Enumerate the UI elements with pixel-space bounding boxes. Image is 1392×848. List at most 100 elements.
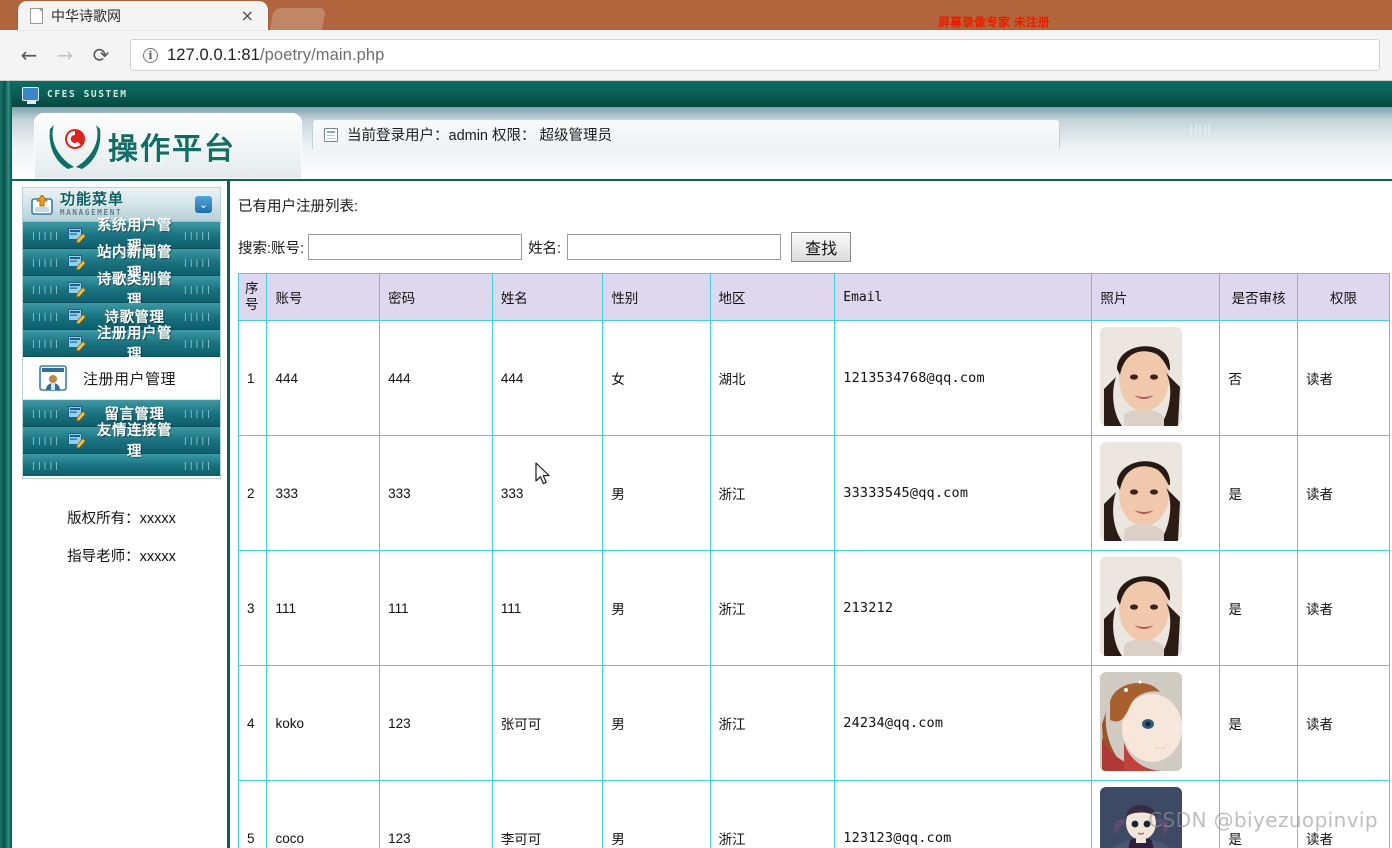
sidebar-subitem-registered-users-active[interactable]: 注册用户管理: [23, 357, 220, 400]
cell-email: 123123@qq.com: [834, 780, 1093, 848]
tick-left: |||||: [31, 257, 61, 267]
cell-region: 湖北: [709, 320, 836, 436]
browser-tab-strip: 中华诗歌网 × 屏幕录像专家 未注册: [0, 0, 1392, 30]
url-path: /poetry/main.php: [259, 45, 385, 64]
cell-name: 李可可: [491, 780, 604, 848]
browser-tab[interactable]: 中华诗歌网 ×: [18, 1, 268, 30]
sidebar-item-poem-categories[interactable]: ||||| 诗歌类别管理 |||||: [23, 272, 220, 309]
address-bar[interactable]: i 127.0.0.1:81/poetry/main.php: [130, 39, 1380, 71]
column-header-account[interactable]: 账号: [266, 273, 381, 321]
close-icon[interactable]: ×: [237, 6, 258, 26]
screen-recorder-notice: 屏幕录像专家 未注册: [938, 17, 1050, 29]
table-row[interactable]: 5 coco 123 李可可 男 浙江 123123@qq.com 是 读者: [237, 780, 1390, 848]
app-logo: 操作平台: [34, 113, 302, 179]
cell-email: 1213534768@qq.com: [834, 320, 1093, 436]
table-row[interactable]: 2 333 333 333 男 浙江 33333545@qq.com 是 读者: [237, 435, 1390, 551]
column-header-audited[interactable]: 是否审核: [1219, 273, 1299, 321]
cell-seq: 4: [237, 665, 268, 781]
column-header-role[interactable]: 权限: [1297, 273, 1390, 321]
search-name-input[interactable]: [567, 234, 782, 260]
column-header-email[interactable]: Email: [834, 273, 1093, 321]
site-info-icon[interactable]: i: [143, 47, 158, 63]
chevron-down-icon[interactable]: ⌄: [195, 196, 212, 213]
column-header-gender[interactable]: 性别: [602, 273, 711, 321]
avatar: [1100, 327, 1183, 426]
search-account-label: 搜索:账号:: [238, 240, 305, 257]
cell-region: 浙江: [709, 780, 836, 848]
table-row[interactable]: 3 111 111 111 男 浙江 213212 是 读者: [237, 550, 1390, 666]
browser-chrome: 中华诗歌网 × 屏幕录像专家 未注册 ← → ⟳ i 127.0.0.1:81/…: [0, 0, 1392, 81]
cell-seq: 2: [237, 435, 268, 551]
tick-left: |||||: [31, 338, 61, 348]
cell-photo: [1091, 320, 1221, 436]
column-header-password[interactable]: 密码: [379, 273, 493, 321]
avatar: [1100, 557, 1183, 656]
cell-account: coco: [266, 780, 381, 848]
system-bar-title: CFES SUSTEM: [47, 88, 128, 100]
cell-password: 111: [379, 550, 493, 666]
avatar: [1100, 442, 1183, 541]
edit-page-icon: [68, 308, 87, 324]
tick-right: |||||: [182, 311, 212, 321]
cell-gender: 男: [602, 550, 711, 666]
edit-page-icon: [68, 281, 87, 297]
cell-password: 123: [379, 780, 493, 848]
cell-photo: [1091, 780, 1221, 848]
tick-left: |||||: [31, 311, 61, 321]
page-document-icon: [30, 7, 43, 24]
user-table-container: 序 号 账号 密码 姓名 性别 地区 Email 照片 是否审核 权限 1 44…: [237, 273, 1392, 848]
tick-right: |||||: [182, 460, 212, 470]
search-name-label: 姓名:: [528, 240, 562, 257]
column-header-region[interactable]: 地区: [709, 273, 836, 321]
reload-icon[interactable]: ⟳: [84, 38, 118, 72]
tick-right: |||||: [182, 257, 212, 267]
column-header-photo[interactable]: 照片: [1091, 273, 1221, 321]
cell-password: 123: [379, 665, 493, 781]
search-button[interactable]: 查找: [791, 232, 852, 262]
edit-page-icon: [68, 405, 87, 421]
cell-audited: 是: [1219, 780, 1299, 848]
edit-page-icon: [68, 254, 87, 270]
monitor-icon: [22, 87, 39, 104]
cell-photo: [1091, 550, 1221, 666]
search-account-input[interactable]: [308, 234, 523, 260]
url-host: 127.0.0.1:81: [167, 45, 260, 64]
cell-gender: 男: [602, 665, 711, 781]
sidebar-item-friend-links[interactable]: ||||| 友情连接管理 |||||: [23, 423, 220, 460]
sidebar-item-label: 友情连接管理: [97, 423, 172, 460]
forward-icon[interactable]: →: [48, 38, 82, 72]
cell-name: 444: [491, 320, 604, 436]
cell-password: 333: [379, 435, 493, 551]
tick-left: |||||: [31, 435, 61, 445]
cell-role: 读者: [1297, 435, 1390, 551]
column-header-seq[interactable]: 序 号: [237, 273, 268, 321]
app-logo-text: 操作平台: [108, 132, 236, 167]
sidebar: 功能菜单 MANAGEMENT ⌄ ||||| 系统用户管理 ||||| |||…: [12, 181, 230, 848]
cell-email: 213212: [834, 550, 1093, 666]
cell-account: 111: [266, 550, 381, 666]
new-tab-button[interactable]: [269, 8, 327, 30]
system-title-bar: CFES SUSTEM: [12, 81, 1392, 107]
tick-left: |||||: [31, 460, 61, 470]
cell-seq: 1: [237, 320, 268, 436]
back-icon[interactable]: ←: [12, 38, 46, 72]
tick-right: |||||: [182, 435, 212, 445]
table-row[interactable]: 1 444 444 444 女 湖北 1213534768@qq.com 否 读…: [237, 320, 1390, 436]
edit-page-icon: [68, 432, 87, 448]
cell-gender: 女: [602, 320, 711, 436]
avatar: [1100, 787, 1183, 848]
cell-audited: 是: [1219, 665, 1299, 781]
tick-left: |||||: [31, 408, 61, 418]
function-menu-title: 功能菜单: [60, 190, 125, 209]
sidebar-item-registered-users[interactable]: ||||| 注册用户管理 |||||: [23, 326, 220, 363]
tick-right: |||||: [182, 230, 212, 240]
user-card-icon: [39, 365, 67, 391]
tick-left: |||||: [31, 284, 61, 294]
cell-name: 张可可: [491, 665, 604, 781]
table-row[interactable]: 4 koko 123 张可可 男 浙江 24234@qq.com 是 读者: [237, 665, 1390, 781]
column-header-name[interactable]: 姓名: [491, 273, 604, 321]
current-user-tab[interactable]: 当前登录用户：admin 权限： 超级管理员: [312, 119, 1060, 149]
table-header-row: 序 号 账号 密码 姓名 性别 地区 Email 照片 是否审核 权限: [237, 273, 1390, 321]
cell-photo: [1091, 435, 1221, 551]
cell-password: 444: [379, 320, 493, 436]
